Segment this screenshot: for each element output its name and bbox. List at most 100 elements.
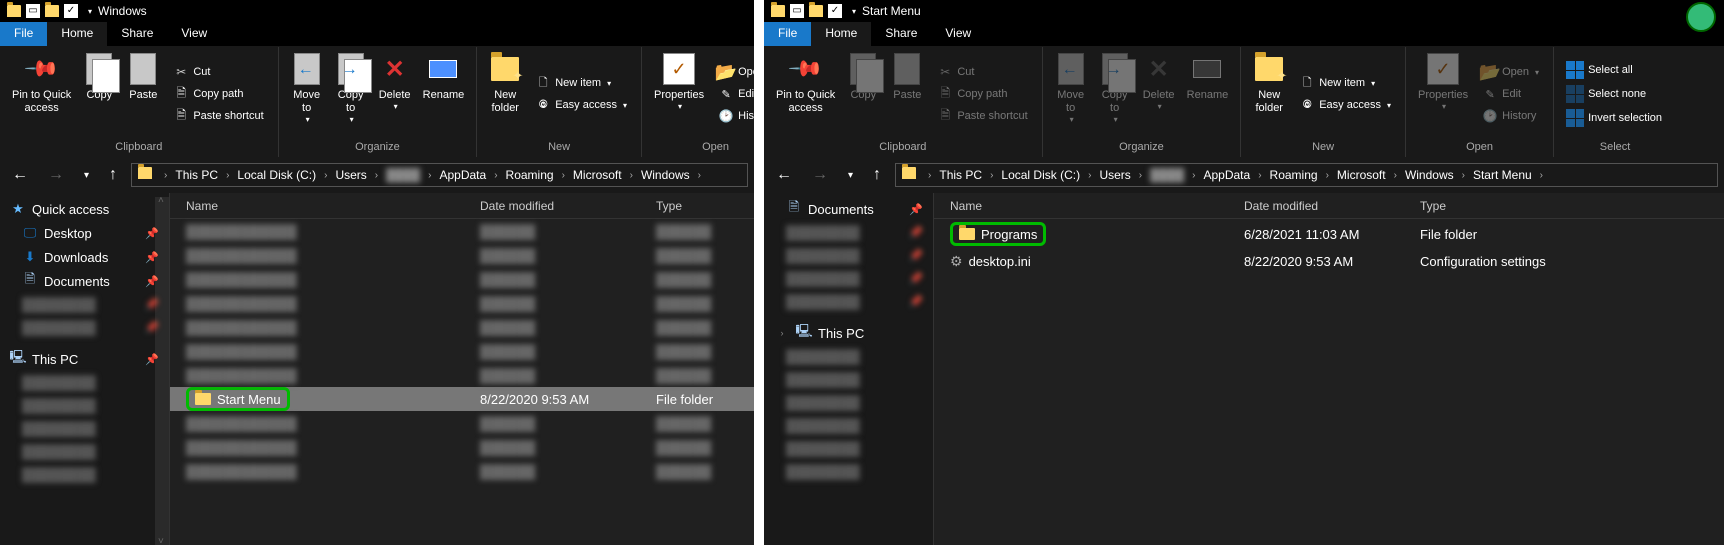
sidebar-this-pc[interactable]: ›🖳This PC bbox=[764, 321, 933, 345]
crumb-appdata[interactable]: AppData bbox=[435, 168, 490, 182]
crumb-windows[interactable]: Windows bbox=[637, 168, 694, 182]
rename-button[interactable]: Rename bbox=[417, 49, 471, 139]
tab-file[interactable]: File bbox=[764, 22, 811, 46]
chevron-right-icon[interactable]: › bbox=[160, 170, 171, 181]
copy-button[interactable]: Copy bbox=[841, 49, 885, 139]
list-item[interactable]: ████████████████████████ bbox=[170, 219, 754, 243]
new-item-button[interactable]: 🗋New item▾ bbox=[531, 73, 631, 93]
crumb-roaming[interactable]: Roaming bbox=[1266, 168, 1322, 182]
tab-view[interactable]: View bbox=[167, 22, 221, 46]
chevron-right-icon[interactable]: › bbox=[1536, 170, 1547, 181]
crumb-users[interactable]: Users bbox=[1095, 168, 1134, 182]
rename-button[interactable]: Rename bbox=[1181, 49, 1235, 139]
crumb-drive[interactable]: Local Disk (C:) bbox=[233, 168, 320, 182]
list-item[interactable]: ████████████████████████ bbox=[170, 315, 754, 339]
sidebar-hidden[interactable]: ████████ bbox=[764, 414, 933, 437]
chevron-right-icon[interactable]: › bbox=[1188, 170, 1199, 181]
history-button[interactable]: 🕑History bbox=[714, 106, 754, 126]
select-none-button[interactable]: Select none bbox=[1562, 83, 1666, 105]
crumb-user-hidden[interactable]: ████ bbox=[1146, 168, 1188, 182]
sidebar-hidden[interactable]: ████████ bbox=[764, 345, 933, 368]
qat-check-icon[interactable]: ✓ bbox=[64, 4, 78, 18]
open-button[interactable]: 📂Open▾ bbox=[714, 62, 754, 82]
up-button[interactable]: ↑ bbox=[867, 166, 887, 184]
address-bar[interactable]: › This PC› Local Disk (C:)› Users› ████›… bbox=[131, 163, 748, 187]
cut-button[interactable]: ✂Cut bbox=[933, 62, 1031, 82]
copy-button[interactable]: Copy bbox=[77, 49, 121, 139]
tab-home[interactable]: Home bbox=[811, 22, 871, 46]
sidebar-hidden[interactable]: ████████📌 bbox=[764, 267, 933, 290]
crumb-roaming[interactable]: Roaming bbox=[502, 168, 558, 182]
chevron-right-icon[interactable]: › bbox=[558, 170, 569, 181]
chevron-right-icon[interactable]: › bbox=[424, 170, 435, 181]
chevron-right-icon[interactable]: › bbox=[694, 170, 705, 181]
paste-button[interactable]: Paste bbox=[121, 49, 165, 139]
new-folder-button[interactable]: New folder bbox=[483, 49, 527, 139]
list-item[interactable]: ████████████████████████ bbox=[170, 339, 754, 363]
column-date[interactable]: Date modified bbox=[1244, 199, 1414, 213]
sidebar-quick-access[interactable]: ★Quick access bbox=[0, 197, 169, 221]
crumb-start-menu[interactable]: Start Menu bbox=[1469, 168, 1536, 182]
back-button[interactable]: ← bbox=[6, 166, 34, 184]
tab-view[interactable]: View bbox=[931, 22, 985, 46]
history-button[interactable]: 🕑History bbox=[1478, 106, 1543, 126]
list-item[interactable]: ████████████████████████ bbox=[170, 435, 754, 459]
list-item[interactable]: ████████████████████████ bbox=[170, 267, 754, 291]
move-to-button[interactable]: Move to▾ bbox=[285, 49, 329, 139]
recent-locations-button[interactable]: ▾ bbox=[78, 170, 95, 181]
list-item[interactable]: ████████████████████████ bbox=[170, 363, 754, 387]
tab-file[interactable]: File bbox=[0, 22, 47, 46]
delete-button[interactable]: ✕Delete▾ bbox=[1137, 49, 1181, 139]
tab-share[interactable]: Share bbox=[107, 22, 167, 46]
easy-access-button[interactable]: 🞋Easy access▾ bbox=[1295, 95, 1395, 115]
sidebar-hidden[interactable]: ████████ bbox=[0, 440, 169, 463]
sidebar-hidden[interactable]: ████████📌 bbox=[764, 244, 933, 267]
chevron-right-icon[interactable]: › bbox=[924, 170, 935, 181]
qat-customize-dropdown[interactable]: ▾ bbox=[844, 7, 856, 16]
pin-to-quick-access-button[interactable]: 📌 Pin to Quick access bbox=[6, 49, 77, 139]
qat-folder-icon[interactable] bbox=[808, 3, 824, 19]
list-item[interactable]: ████████████████████████ bbox=[170, 459, 754, 483]
crumb-microsoft[interactable]: Microsoft bbox=[569, 168, 626, 182]
sidebar-hidden[interactable]: ████████📌 bbox=[0, 316, 169, 339]
column-name[interactable]: Name bbox=[170, 199, 480, 213]
up-button[interactable]: ↑ bbox=[103, 166, 123, 184]
chevron-right-icon[interactable]: › bbox=[1084, 170, 1095, 181]
chevron-right-icon[interactable]: › bbox=[222, 170, 233, 181]
column-type[interactable]: Type bbox=[650, 199, 754, 213]
crumb-user-hidden[interactable]: ████ bbox=[382, 168, 424, 182]
list-item[interactable]: ████████████████████████ bbox=[170, 411, 754, 435]
edit-button[interactable]: ✎Edit bbox=[714, 84, 754, 104]
list-item[interactable]: ████████████████████████ bbox=[170, 243, 754, 267]
move-to-button[interactable]: Move to▾ bbox=[1049, 49, 1093, 139]
list-item-start-menu[interactable]: Start Menu 8/22/2020 9:53 AM File folder bbox=[170, 387, 754, 411]
sidebar-desktop[interactable]: 🖵Desktop📌 bbox=[0, 221, 169, 245]
invert-selection-button[interactable]: Invert selection bbox=[1562, 107, 1666, 129]
tab-home[interactable]: Home bbox=[47, 22, 107, 46]
sidebar-hidden[interactable]: ████████ bbox=[0, 417, 169, 440]
select-all-button[interactable]: Select all bbox=[1562, 59, 1666, 81]
column-type[interactable]: Type bbox=[1414, 199, 1724, 213]
chevron-right-icon[interactable]: › bbox=[490, 170, 501, 181]
properties-button[interactable]: ✓Properties▾ bbox=[648, 49, 710, 139]
cut-button[interactable]: ✂Cut bbox=[169, 62, 267, 82]
chevron-right-icon[interactable]: › bbox=[1458, 170, 1469, 181]
paste-shortcut-button[interactable]: 🗎Paste shortcut bbox=[169, 106, 267, 126]
forward-button[interactable]: → bbox=[806, 166, 834, 184]
chevron-right-icon[interactable]: › bbox=[626, 170, 637, 181]
list-item[interactable]: ████████████████████████ bbox=[170, 291, 754, 315]
qat-folder-icon[interactable] bbox=[44, 3, 60, 19]
paste-shortcut-button[interactable]: 🗎Paste shortcut bbox=[933, 106, 1031, 126]
crumb-this-pc[interactable]: This PC bbox=[935, 168, 986, 182]
open-button[interactable]: 📂Open▾ bbox=[1478, 62, 1543, 82]
back-button[interactable]: ← bbox=[770, 166, 798, 184]
new-folder-button[interactable]: New folder bbox=[1247, 49, 1291, 139]
chevron-right-icon[interactable]: › bbox=[1254, 170, 1265, 181]
sidebar-documents[interactable]: 🗎Documents📌 bbox=[0, 269, 169, 293]
paste-button[interactable]: Paste bbox=[885, 49, 929, 139]
copy-path-button[interactable]: 🗎Copy path bbox=[933, 84, 1031, 104]
sidebar-hidden[interactable]: ████████ bbox=[764, 391, 933, 414]
sidebar-hidden[interactable]: ████████📌 bbox=[764, 290, 933, 313]
crumb-windows[interactable]: Windows bbox=[1401, 168, 1458, 182]
copy-to-button[interactable]: Copy to▾ bbox=[1093, 49, 1137, 139]
